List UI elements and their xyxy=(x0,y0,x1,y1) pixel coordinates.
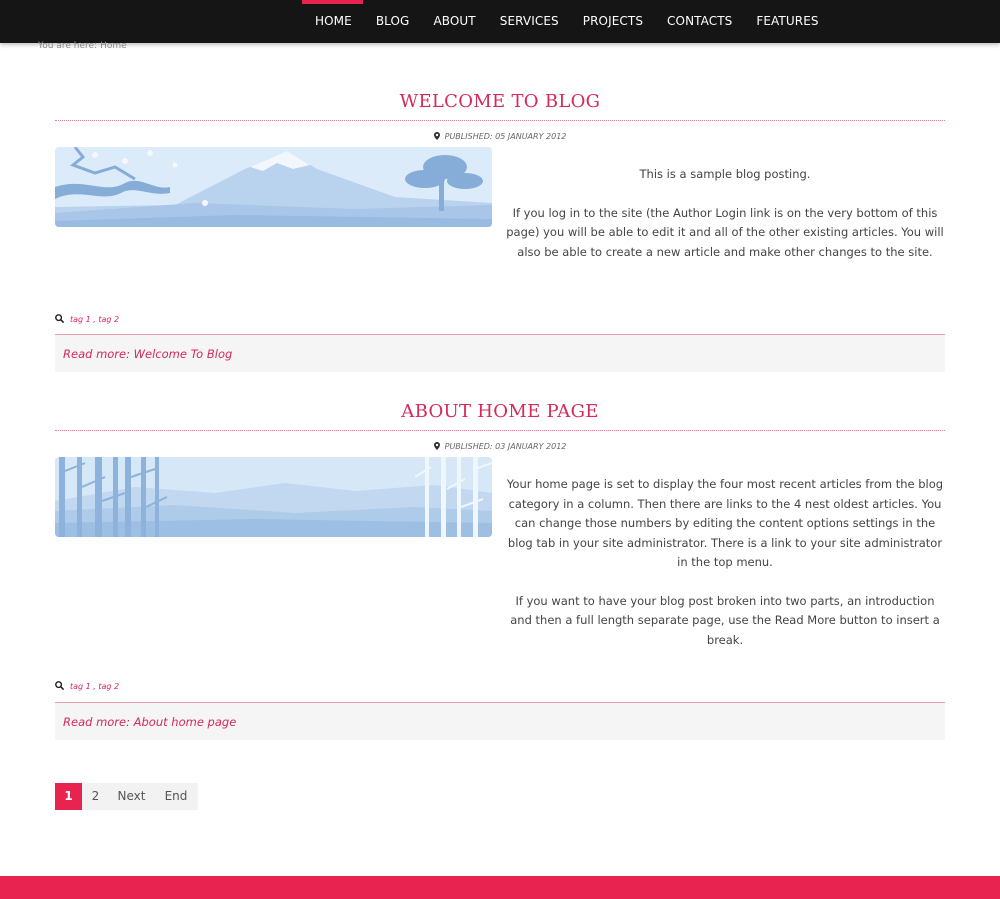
article-text: This is a sample blog posting. If you lo… xyxy=(505,165,945,281)
nav-item-home[interactable]: HOME xyxy=(303,0,364,43)
published-date: PUBLISHED: 03 JANUARY 2012 xyxy=(444,442,567,451)
nav-item-contacts[interactable]: CONTACTS xyxy=(655,0,744,43)
breadcrumb: You are here: Home xyxy=(38,41,130,51)
tag-link[interactable]: tag 2 xyxy=(98,682,119,691)
nav-item-about[interactable]: ABOUT xyxy=(421,0,487,43)
published-date: PUBLISHED: 05 JANUARY 2012 xyxy=(444,132,567,141)
article-tags: tag 1 , tag 2 xyxy=(55,314,119,324)
article-meta: PUBLISHED: 05 JANUARY 2012 xyxy=(55,131,945,143)
pagination: 1 2 Next End xyxy=(55,783,198,810)
search-icon xyxy=(55,681,64,690)
nav-item-features[interactable]: FEATURES xyxy=(744,0,830,43)
breadcrumb-current: Home xyxy=(100,41,127,51)
article-paragraph: If you log in to the site (the Author Lo… xyxy=(506,205,944,259)
nav-item-projects[interactable]: PROJECTS xyxy=(571,0,655,43)
read-more-link[interactable]: Read more: Welcome To Blog xyxy=(63,347,232,361)
nav-item-blog[interactable]: BLOG xyxy=(364,0,422,43)
tag-link[interactable]: tag 1 xyxy=(70,682,91,691)
next-page-button[interactable]: Next xyxy=(109,783,154,810)
map-pin-icon xyxy=(433,132,440,140)
article-image-cherry-blossom-mountain xyxy=(55,147,492,227)
article-image-bamboo-landscape xyxy=(55,457,492,537)
end-page-button[interactable]: End xyxy=(154,783,198,810)
read-more-bar: Read more: Welcome To Blog xyxy=(55,334,945,372)
search-icon xyxy=(55,314,64,323)
footer-bar xyxy=(0,876,1000,899)
page-2-button[interactable]: 2 xyxy=(82,783,109,810)
page-1-button[interactable]: 1 xyxy=(55,783,82,810)
article-title[interactable]: WELCOME TO BLOG xyxy=(55,88,945,116)
article-paragraph: This is a sample blog posting. xyxy=(639,167,811,181)
article-tags: tag 1 , tag 2 xyxy=(55,681,119,691)
blog-article: WELCOME TO BLOG PUBLISHED: 05 JANUARY 20… xyxy=(55,88,945,372)
top-navigation-bar: HOME BLOG ABOUT SERVICES PROJECTS CONTAC… xyxy=(0,0,1000,43)
article-title[interactable]: ABOUT HOME PAGE xyxy=(55,398,945,426)
tag-link[interactable]: tag 1 xyxy=(70,315,91,324)
breadcrumb-prefix: You are here: xyxy=(38,41,98,51)
read-more-link[interactable]: Read more: About home page xyxy=(63,715,236,729)
tag-link[interactable]: tag 2 xyxy=(98,315,119,324)
article-paragraph: If you want to have your blog post broke… xyxy=(510,593,940,647)
map-pin-icon xyxy=(433,442,440,450)
article-paragraph: Your home page is set to display the fou… xyxy=(506,477,944,569)
main-menu: HOME BLOG ABOUT SERVICES PROJECTS CONTAC… xyxy=(303,0,831,43)
article-meta: PUBLISHED: 03 JANUARY 2012 xyxy=(55,441,945,453)
article-text: Your home page is set to display the fou… xyxy=(505,475,945,669)
title-divider xyxy=(55,430,945,431)
blog-article: ABOUT HOME PAGE PUBLISHED: 03 JANUARY 20… xyxy=(55,398,945,740)
read-more-bar: Read more: About home page xyxy=(55,702,945,740)
title-divider xyxy=(55,120,945,121)
nav-item-services[interactable]: SERVICES xyxy=(488,0,571,43)
